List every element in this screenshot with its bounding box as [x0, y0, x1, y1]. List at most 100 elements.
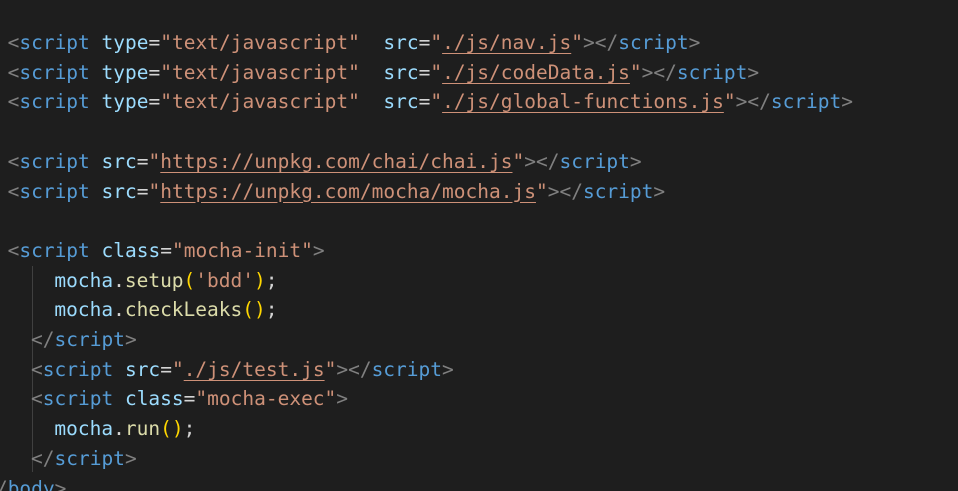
- string-literal: ": [148, 179, 161, 203]
- link-text[interactable]: ./js/global-functions.js: [442, 90, 724, 113]
- plain-text: =: [418, 31, 431, 54]
- tag-name: script: [19, 238, 90, 262]
- string-literal: ": [430, 90, 443, 114]
- plain-text: [90, 31, 102, 54]
- plain-text: =: [418, 60, 431, 84]
- tag-bracket: <: [7, 149, 20, 173]
- plain-text: [90, 90, 102, 113]
- plain-text: [90, 61, 102, 84]
- code-line[interactable]: <script src="./js/test.js"></script>: [31, 355, 454, 385]
- code-line[interactable]: </script>: [31, 325, 137, 355]
- code-line[interactable]: mocha.checkLeaks();: [54, 295, 277, 325]
- tag-bracket: </: [31, 446, 55, 470]
- tag-bracket: <: [31, 357, 43, 381]
- tag-bracket: </: [348, 357, 372, 381]
- code-line[interactable]: </script>: [31, 444, 137, 474]
- tag-name: body: [7, 476, 55, 491]
- tag-name: script: [54, 328, 125, 351]
- link-text[interactable]: ./js/nav.js: [442, 31, 571, 54]
- plain-text: .: [113, 298, 125, 322]
- string-literal: ": [324, 357, 337, 381]
- string-literal: "text/javascript": [160, 31, 360, 54]
- attribute-name: src: [383, 90, 419, 114]
- tag-name: script: [559, 149, 630, 173]
- bracket: ): [254, 268, 266, 292]
- function-name: run: [124, 417, 161, 441]
- tag-bracket: </: [594, 31, 619, 54]
- tag-bracket: >: [442, 357, 454, 381]
- attribute-name: src: [101, 179, 137, 203]
- plain-text: .: [113, 417, 125, 441]
- tag-name: script: [19, 179, 90, 203]
- tag-bracket: >: [124, 328, 137, 351]
- tag-bracket: </: [535, 149, 560, 173]
- code-line[interactable]: <script src="https://unpkg.com/chai/chai…: [8, 147, 642, 177]
- tag-bracket: >: [747, 60, 760, 84]
- link-text[interactable]: ./js/codeData.js: [442, 61, 630, 84]
- tag-name: script: [19, 90, 90, 114]
- bracket: (): [160, 417, 184, 441]
- attribute-name: class: [124, 387, 184, 411]
- string-literal: ": [148, 149, 161, 173]
- link-text[interactable]: ./js/test.js: [184, 358, 325, 381]
- code-line[interactable]: <script src="https://unpkg.com/mocha/moc…: [8, 177, 666, 207]
- tag-name: script: [371, 357, 443, 381]
- tag-bracket: <: [7, 238, 20, 262]
- code-line[interactable]: </body>: [0, 474, 66, 491]
- tag-bracket: <: [7, 179, 20, 203]
- attribute-name: type: [101, 60, 149, 84]
- string-literal: ": [571, 31, 583, 54]
- plain-text: =: [148, 31, 161, 54]
- plain-text: =: [160, 238, 172, 262]
- code-line[interactable]: <script class="mocha-init">: [8, 236, 325, 266]
- code-editor[interactable]: <script type="text/javascript" src="./js…: [0, 0, 958, 491]
- tag-bracket: >: [54, 476, 67, 491]
- code-line[interactable]: <script type="text/javascript" src="./js…: [8, 28, 701, 58]
- function-name: checkLeaks: [124, 298, 243, 322]
- string-literal: ": [535, 179, 548, 203]
- tag-bracket: >: [653, 179, 666, 203]
- tag-name: script: [19, 60, 90, 84]
- plain-text: =: [418, 90, 431, 114]
- function-name: setup: [124, 268, 184, 292]
- code-line[interactable]: <script type="text/javascript" src="./js…: [8, 58, 760, 88]
- string-literal: "text/javascript": [160, 90, 360, 114]
- tag-name: script: [582, 179, 654, 203]
- tag-name: script: [676, 60, 748, 84]
- tag-bracket: <: [7, 31, 20, 54]
- attribute-name: src: [383, 31, 419, 54]
- plain-text: .: [113, 268, 125, 292]
- tag-bracket: >: [336, 357, 349, 381]
- identifier: mocha: [54, 268, 114, 292]
- code-line[interactable]: <script type="text/javascript" src="./js…: [8, 87, 853, 117]
- link-text[interactable]: https://unpkg.com/mocha/mocha.js: [160, 180, 536, 203]
- tag-bracket: >: [336, 387, 349, 411]
- tag-bracket: >: [547, 179, 560, 203]
- code-line[interactable]: mocha.run();: [54, 414, 195, 444]
- attribute-name: src: [383, 60, 419, 84]
- tag-name: script: [19, 149, 90, 173]
- bracket: (: [183, 268, 196, 292]
- tag-bracket: </: [653, 60, 677, 84]
- string-literal: ": [430, 31, 443, 54]
- plain-text: [90, 180, 102, 203]
- link-text[interactable]: https://unpkg.com/chai/chai.js: [160, 150, 512, 173]
- code-line[interactable]: mocha.setup('bdd');: [54, 266, 277, 296]
- attribute-name: src: [124, 357, 161, 381]
- string-literal: "mocha-exec": [195, 387, 337, 411]
- tag-bracket: >: [735, 90, 748, 114]
- code-line[interactable]: <script class="mocha-exec">: [31, 384, 348, 414]
- tag-bracket: </: [31, 328, 55, 351]
- tag-name: script: [770, 90, 842, 114]
- tag-bracket: >: [841, 90, 854, 114]
- plain-text: [90, 150, 102, 173]
- plain-text: [360, 90, 383, 113]
- tag-bracket: <: [7, 90, 20, 114]
- tag-bracket: </: [747, 90, 771, 114]
- tag-bracket: >: [688, 31, 701, 54]
- plain-text: =: [183, 387, 196, 411]
- attribute-name: src: [101, 149, 137, 173]
- plain-text: =: [160, 357, 172, 381]
- tag-bracket: >: [629, 149, 642, 173]
- plain-text: ;: [183, 417, 196, 441]
